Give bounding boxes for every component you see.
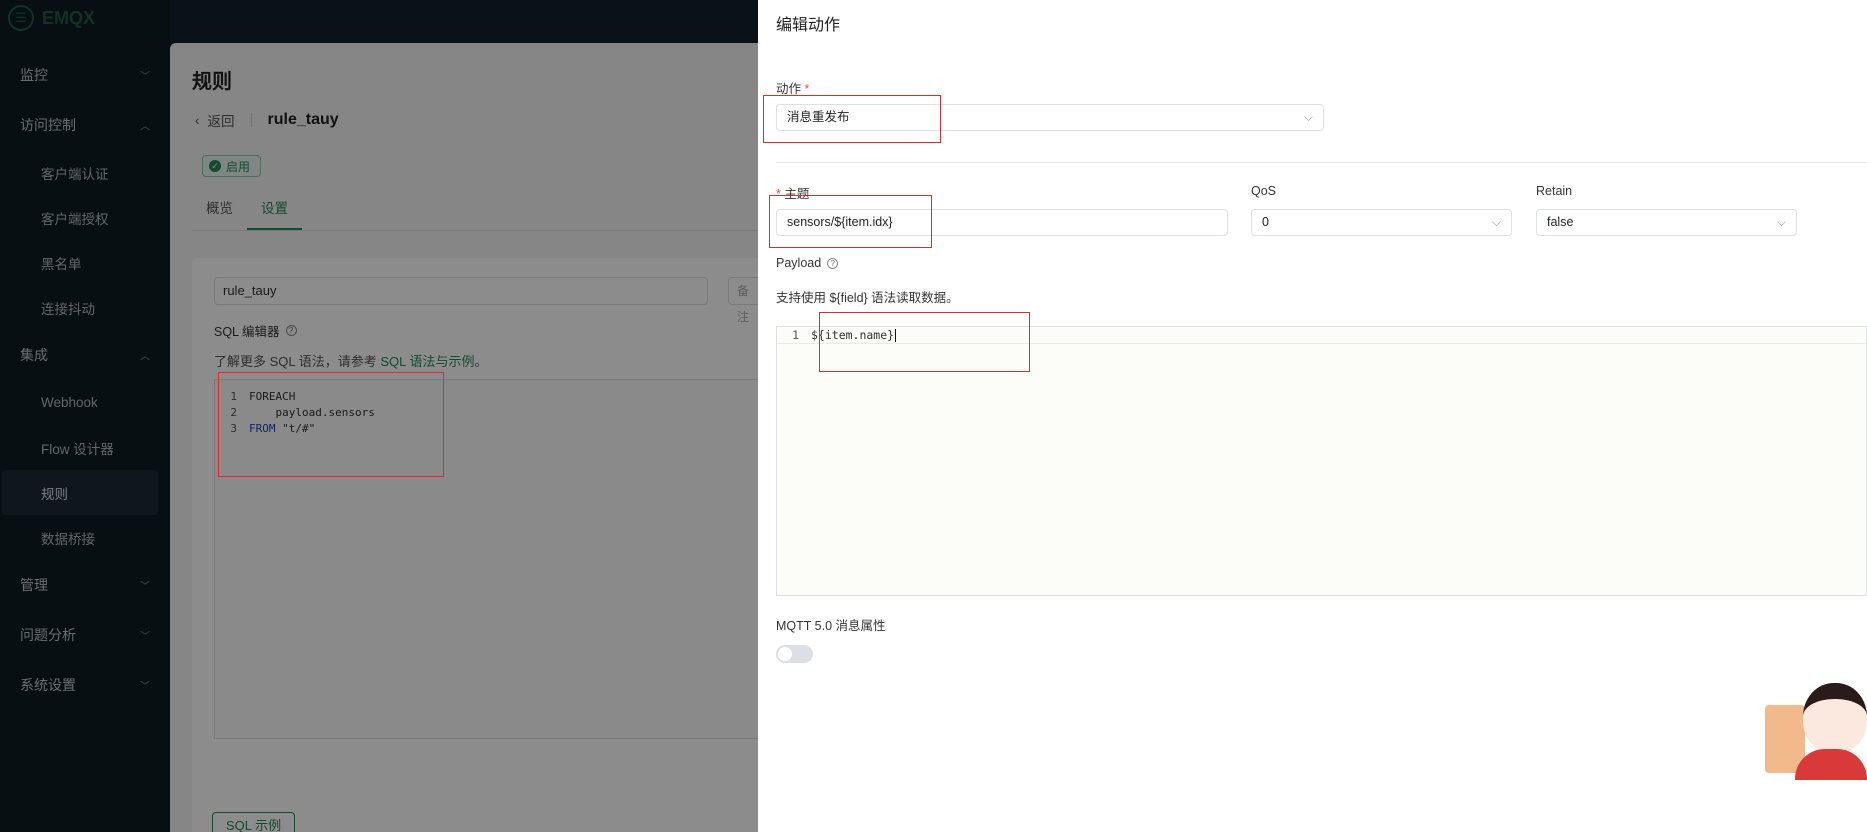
sidebar-item-webhook[interactable]: Webhook	[0, 380, 170, 425]
sidebar-item-data-bridge[interactable]: 数据桥接	[0, 515, 170, 560]
line-number: 1	[792, 328, 799, 342]
chevron-down-icon: ⌵	[1303, 110, 1313, 124]
sql-editor-label: SQL 编辑器 ?	[214, 321, 297, 340]
question-circle-icon[interactable]: ?	[827, 257, 839, 269]
mqtt-properties-switch[interactable]	[776, 645, 813, 663]
drawer-title: 编辑动作	[776, 17, 841, 34]
sidebar-item-authorization[interactable]: 客户端授权	[0, 195, 170, 240]
code-text: "t/#"	[275, 421, 316, 435]
code-keyword: FROM	[249, 421, 276, 435]
sidebar-group-label: 访问控制	[20, 117, 76, 133]
sql-syntax-link[interactable]: SQL 语法与示例	[380, 354, 474, 369]
line-number: 1	[230, 389, 237, 403]
sidebar-group-system-settings[interactable]: 系统设置 ﹀	[0, 660, 170, 710]
mascot-head	[1803, 683, 1867, 753]
sql-tip-suffix: 。	[474, 354, 488, 369]
sidebar: ☰ EMQX 监控 ﹀ 访问控制 ︿ 客户端认证 客户端授权 黑名单 连接抖动 集成…	[0, 0, 170, 832]
code-text: FOREACH	[249, 389, 296, 403]
qos-label: QoS	[1251, 184, 1277, 198]
emqx-logo-icon: ☰	[8, 5, 34, 31]
logo-text: EMQX	[42, 7, 96, 28]
chevron-up-icon: ︿	[140, 351, 150, 363]
sidebar-group-diagnose[interactable]: 问题分析 ﹀	[0, 610, 170, 660]
sql-tip: 了解更多 SQL 语法，请参考 SQL 语法与示例。	[214, 351, 488, 370]
payload-label-text: Payload	[776, 256, 822, 270]
tab-overview[interactable]: 概览	[192, 189, 247, 230]
sidebar-group-label: 管理	[20, 577, 48, 593]
sidebar-group-integration[interactable]: 集成 ︿	[0, 330, 170, 380]
sql-editor-label-text: SQL 编辑器	[214, 325, 280, 339]
sidebar-item-flapping[interactable]: 连接抖动	[0, 285, 170, 330]
chevron-left-icon[interactable]: ‹	[195, 113, 200, 128]
chevron-down-icon: ⌵	[1491, 215, 1501, 229]
topic-label: * 主题	[776, 183, 809, 202]
chevron-down-icon: ⌵	[1776, 215, 1786, 229]
logo[interactable]: ☰ EMQX	[0, 0, 170, 36]
sidebar-group-label: 系统设置	[20, 677, 76, 693]
topic-label-text: 主题	[784, 187, 810, 201]
question-circle-icon[interactable]: ?	[285, 325, 297, 336]
page-title: 规则	[192, 71, 232, 93]
chevron-down-icon: ﹀	[140, 631, 150, 643]
chevron-down-icon: ﹀	[140, 581, 150, 593]
topic-input[interactable]: sensors/${item.idx}	[776, 209, 1228, 236]
sidebar-item-blacklist[interactable]: 黑名单	[0, 240, 170, 285]
qos-select[interactable]: 0 ⌵	[1251, 209, 1512, 236]
edit-action-drawer: 编辑动作 动作 * 消息重发布 ⌵ * 主题 sensors/${item.id…	[758, 0, 1867, 832]
code-line: 1 ${item.name}	[777, 327, 1866, 344]
code-text: ${item.name}	[811, 328, 895, 342]
line-number: 3	[230, 421, 237, 435]
text-cursor	[895, 328, 897, 342]
switch-knob	[778, 647, 792, 661]
sql-example-button[interactable]: SQL 示例	[212, 812, 296, 832]
sql-tip-text: 了解更多 SQL 语法，请参考	[214, 354, 377, 369]
breadcrumb: ‹ 返回 rule_tauy	[195, 110, 339, 130]
rule-name-heading: rule_tauy	[267, 111, 339, 128]
line-number: 2	[230, 405, 237, 419]
sidebar-item-rules[interactable]: 规则	[2, 470, 158, 515]
mascot-dress	[1795, 749, 1867, 780]
sidebar-item-flow-designer[interactable]: Flow 设计器	[0, 425, 170, 470]
retain-select-value: false	[1547, 215, 1574, 229]
payload-label: Payload ?	[776, 256, 839, 270]
code-text: payload.sensors	[249, 405, 375, 419]
sidebar-group-label: 监控	[20, 67, 48, 83]
sidebar-group-management[interactable]: 管理 ﹀	[0, 560, 170, 610]
sidebar-group-access-control[interactable]: 访问控制 ︿	[0, 100, 170, 150]
status-label: 启用	[226, 159, 251, 174]
required-mark: *	[776, 187, 781, 201]
action-select[interactable]: 消息重发布 ⌵	[776, 104, 1324, 131]
payload-editor[interactable]: 1 ${item.name}	[776, 326, 1867, 596]
rule-id-input[interactable]: rule_tauy	[214, 277, 708, 305]
mascot-illustration	[1765, 665, 1867, 780]
sidebar-group-label: 问题分析	[20, 627, 76, 643]
sidebar-group-monitor[interactable]: 监控 ﹀	[0, 50, 170, 100]
divider	[776, 162, 1867, 163]
qos-select-value: 0	[1262, 215, 1269, 229]
divider	[250, 113, 252, 127]
status-badge: ✓ 启用	[202, 155, 262, 177]
chevron-up-icon: ︿	[140, 121, 150, 133]
action-label: 动作 *	[776, 78, 809, 97]
check-circle-icon: ✓	[209, 160, 221, 172]
retain-label: Retain	[1536, 184, 1573, 198]
payload-tip: 支持使用 ${field} 语法读取数据。	[776, 291, 959, 305]
sidebar-group-label: 集成	[20, 347, 48, 363]
chevron-down-icon: ﹀	[140, 681, 150, 693]
mqtt-properties-label: MQTT 5.0 消息属性	[776, 619, 886, 633]
action-label-text: 动作	[776, 82, 802, 96]
tab-settings[interactable]: 设置	[247, 189, 302, 230]
chevron-down-icon: ﹀	[140, 71, 150, 83]
action-select-value: 消息重发布	[787, 110, 850, 124]
back-link[interactable]: 返回	[208, 110, 235, 130]
retain-select[interactable]: false ⌵	[1536, 209, 1797, 236]
required-mark: *	[804, 82, 810, 96]
sidebar-item-authentication[interactable]: 客户端认证	[0, 150, 170, 195]
